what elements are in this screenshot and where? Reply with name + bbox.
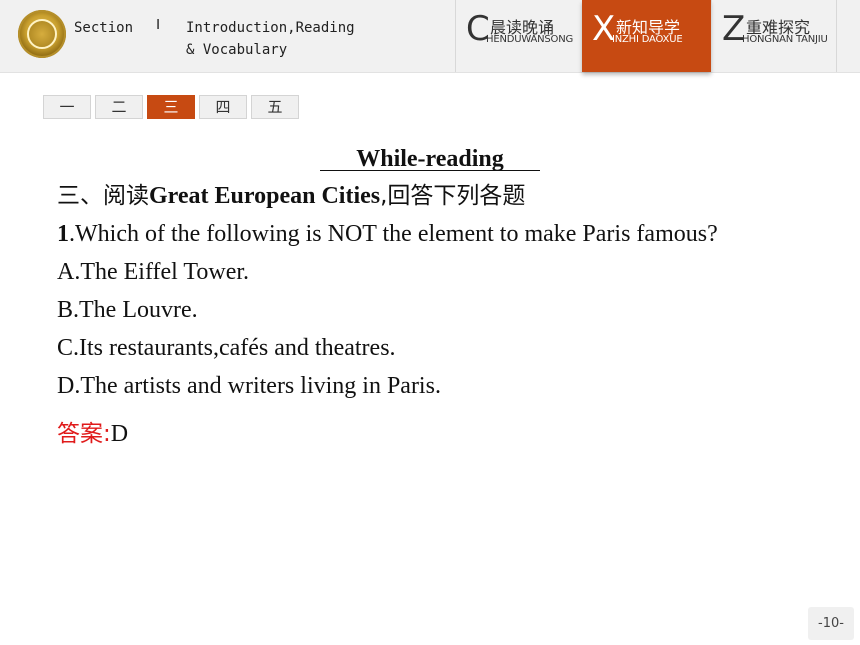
nav-tab-chendu[interactable]: C 晨读晚诵 HENDUWANSONG [455, 0, 582, 72]
section-number: Ⅰ [156, 17, 161, 33]
section-label: Section [74, 20, 134, 36]
page-number: -10- [808, 607, 854, 640]
page-tab-3[interactable]: 三 [147, 95, 195, 119]
section-title-line1: Introduction,Reading [186, 20, 355, 36]
option-c: C.Its restaurants,cafés and theatres. [57, 335, 396, 361]
instruction-prefix: 三、阅读 [57, 183, 149, 209]
instruction-title: Great European Cities [149, 183, 381, 209]
school-logo [18, 10, 66, 58]
nav-tab-pinyin: INZHI DAOXUE [612, 34, 683, 45]
answer-line: 答案:D [57, 419, 128, 449]
option-d: D.The artists and writers living in Pari… [57, 373, 441, 399]
instruction-line: 三、阅读Great European Cities,回答下列各题 [57, 181, 525, 211]
nav-tab-xinzhi[interactable]: X 新知导学 INZHI DAOXUE [582, 0, 711, 72]
page-tab-4[interactable]: 四 [199, 95, 247, 119]
page-tab-5[interactable]: 五 [251, 95, 299, 119]
answer-value: D [110, 421, 129, 447]
nav-tab-pinyin: HONGNAN TANJIU [742, 34, 828, 45]
option-a: A.The Eiffel Tower. [57, 259, 250, 285]
heading-text: While-reading [356, 146, 504, 172]
header-bar: Section Ⅰ Introduction,Reading & Vocabul… [0, 0, 860, 73]
instruction-suffix: ,回答下列各题 [380, 183, 526, 209]
section-heading: While-reading [320, 144, 540, 174]
question-text: .Which of the following is NOT the eleme… [69, 221, 718, 247]
question-number: 1 [57, 221, 69, 247]
nav-tab-pinyin: HENDUWANSONG [486, 34, 574, 45]
section-title: Introduction,Reading & Vocabulary [186, 17, 416, 61]
answer-label: 答案: [57, 421, 111, 447]
heading-underline [320, 170, 540, 171]
page-tab-2[interactable]: 二 [95, 95, 143, 119]
option-b: B.The Louvre. [57, 297, 198, 323]
nav-tab-zhongnan[interactable]: Z 重难探究 HONGNAN TANJIU [711, 0, 837, 72]
section-title-line2: & Vocabulary [186, 42, 288, 58]
question-line: 1.Which of the following is NOT the elem… [57, 219, 718, 249]
page-tab-1[interactable]: 一 [43, 95, 91, 119]
